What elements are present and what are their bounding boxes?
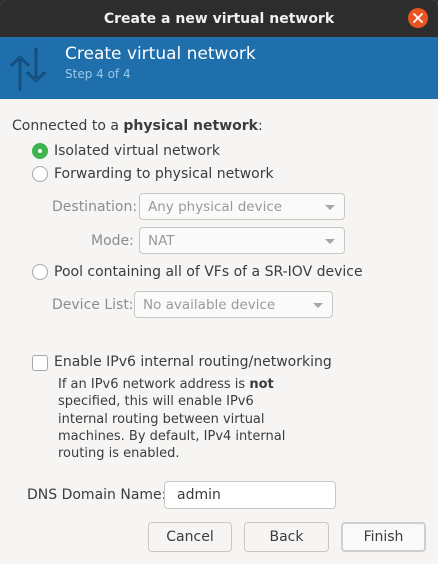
destination-label: Destination: [52, 199, 138, 215]
forwarding-label[interactable]: Forwarding to physical network [54, 166, 274, 182]
chevron-down-icon [325, 239, 335, 244]
mode-label: Mode: [91, 233, 134, 249]
isolated-label[interactable]: Isolated virtual network [54, 143, 220, 159]
ipv6-desc-part1: If an IPv6 network address is [58, 377, 250, 392]
chevron-down-icon [325, 205, 335, 210]
connected-prefix: Connected to a [12, 118, 124, 134]
back-button[interactable]: Back [244, 522, 329, 552]
dialog-title: Create a new virtual network [103, 10, 335, 27]
close-icon [413, 13, 423, 23]
isolated-radio[interactable] [32, 143, 48, 159]
dns-domain-input[interactable]: admin [164, 481, 336, 509]
ipv6-label[interactable]: Enable IPv6 internal routing/networking [54, 354, 332, 370]
mode-value: NAT [148, 232, 175, 249]
cancel-button[interactable]: Cancel [148, 522, 232, 552]
close-button[interactable] [408, 8, 428, 28]
connected-suffix: : [257, 118, 263, 134]
device-list-value: No available device [143, 296, 276, 313]
ipv6-desc-bold: not [249, 377, 274, 392]
create-network-dialog: Create a new virtual network Create virt… [0, 0, 438, 564]
pool-radio[interactable] [32, 264, 48, 280]
destination-combo[interactable]: Any physical device [139, 193, 345, 220]
finish-button[interactable]: Finish [341, 522, 426, 552]
title-bar[interactable]: Create a new virtual network [0, 0, 438, 37]
wizard-banner: Create virtual network Step 4 of 4 [0, 37, 438, 99]
chevron-down-icon [313, 303, 323, 308]
mode-combo[interactable]: NAT [139, 227, 345, 254]
dns-label: DNS Domain Name: [27, 487, 167, 503]
ipv6-description: If an IPv6 network address is not specif… [58, 376, 298, 462]
destination-value: Any physical device [148, 198, 283, 215]
step-indicator: Step 4 of 4 [65, 67, 131, 81]
pool-label[interactable]: Pool containing all of VFs of a SR-IOV d… [54, 264, 363, 280]
connected-bold: physical network [123, 118, 258, 134]
connected-to-label: Connected to a physical network: [12, 118, 263, 134]
banner-title: Create virtual network [65, 44, 256, 64]
dns-value: admin [177, 487, 221, 503]
ipv6-checkbox[interactable] [32, 355, 48, 371]
device-list-label: Device List: [52, 297, 134, 313]
ipv6-desc-part2: specified, this will enable IPv6 interna… [58, 394, 286, 462]
device-list-combo[interactable]: No available device [134, 291, 333, 318]
forwarding-radio[interactable] [32, 166, 48, 182]
network-arrows-icon [10, 47, 46, 91]
